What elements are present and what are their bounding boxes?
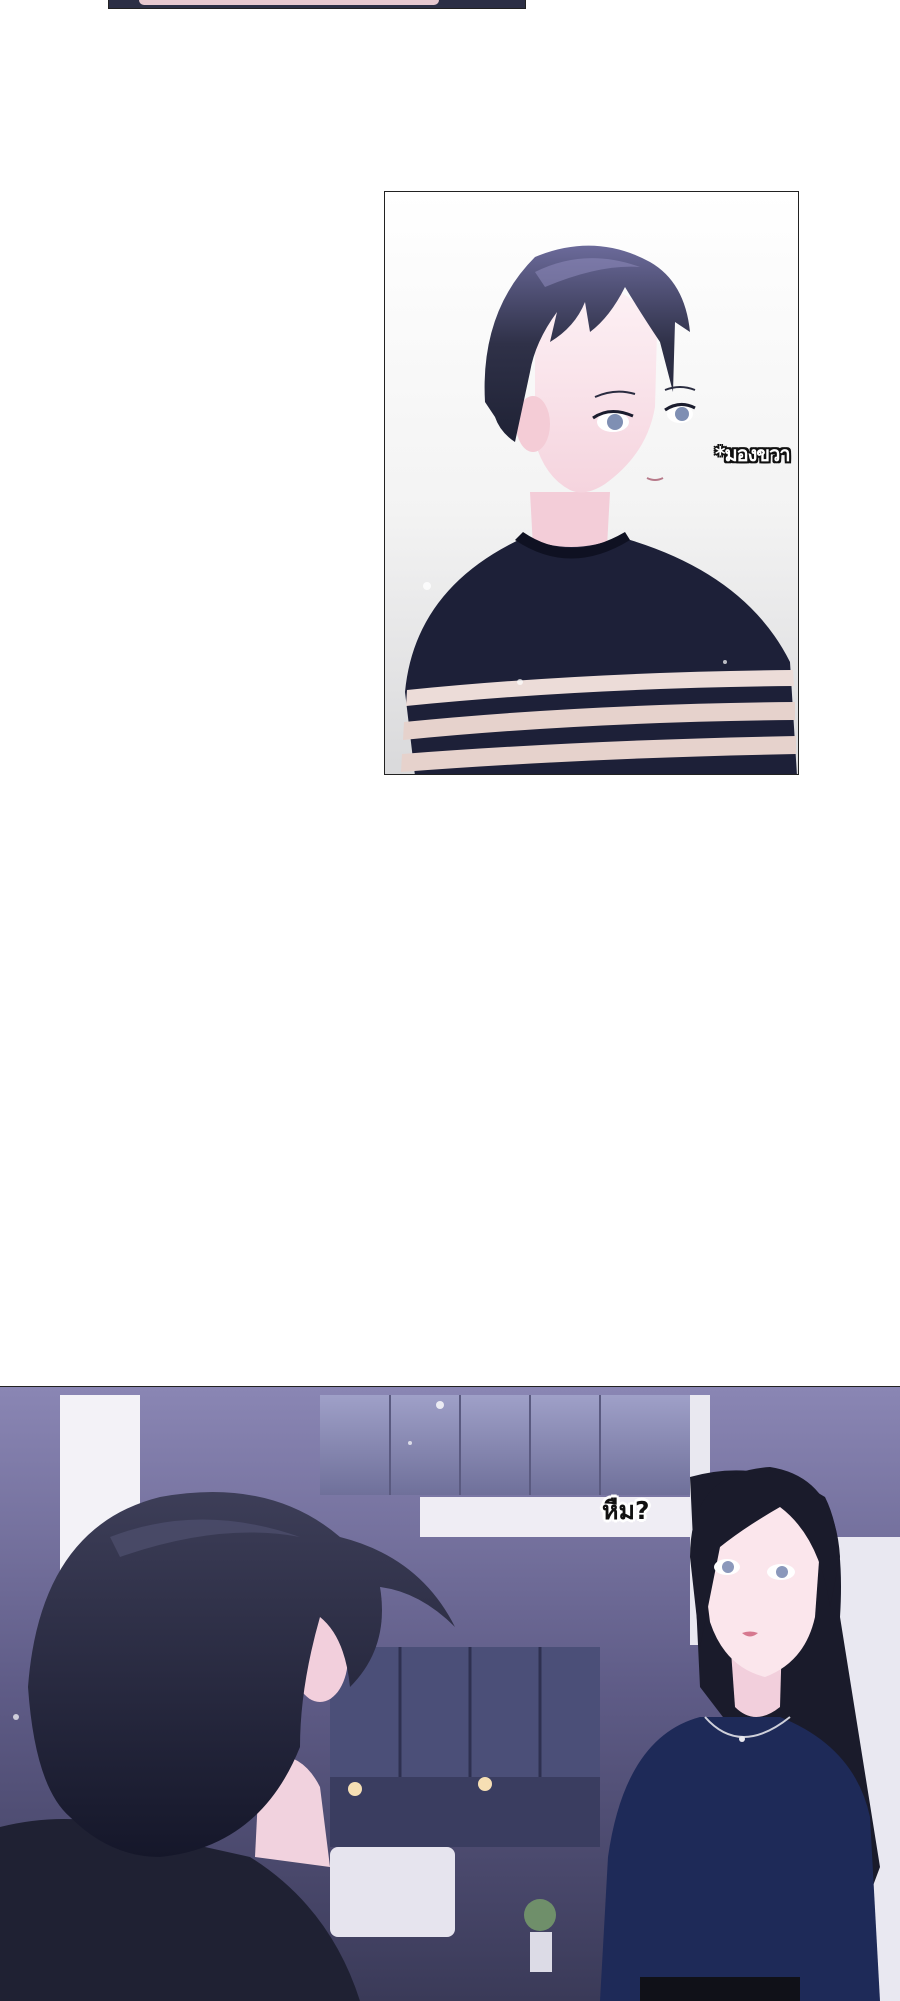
boy-left-iris (607, 414, 623, 430)
sound-effect-look-right: *มองขวา (715, 442, 791, 466)
woman-body (600, 1717, 880, 2001)
speech-hmm: หืม? (602, 1496, 650, 1525)
lamp-glow-right (478, 1777, 492, 1791)
lamp-glow-left (348, 1782, 362, 1796)
boy-closeup-illustration (385, 192, 798, 774)
room-scene-panel: หืม? (0, 1386, 900, 2001)
woman-right-iris (776, 1566, 788, 1578)
top-panel-fragment (108, 0, 526, 9)
woman-belt (640, 1977, 800, 2001)
top-panel-fragment-shade (139, 0, 439, 5)
boy-closeup-panel: *มองขวา (384, 191, 799, 775)
room-scene-illustration (0, 1387, 900, 2001)
boy-right-iris (675, 407, 689, 421)
window-top (320, 1395, 700, 1495)
plant-vase (530, 1932, 552, 1972)
white-sofa (330, 1847, 455, 1937)
woman-left-iris (722, 1561, 734, 1573)
